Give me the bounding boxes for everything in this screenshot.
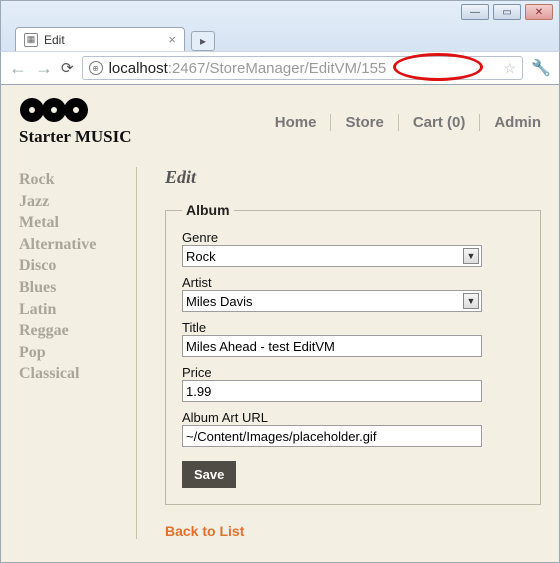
tab-close-icon[interactable]: × [168,32,176,47]
sidebar-item[interactable]: Rock [19,169,136,191]
album-fieldset: Album Genre Rock ▼ Artist Miles Davis ▼ [165,202,541,505]
genre-label: Genre [182,230,524,245]
brand-name: Starter MUSIC [19,127,132,147]
price-input[interactable] [182,380,482,402]
sidebar-item[interactable]: Alternative [19,234,136,256]
address-bar[interactable]: ⊕ localhost:2467/StoreManager/EditVM/155… [82,56,524,80]
tab-strip: ▦ Edit × ▸ [1,23,559,51]
nav-admin[interactable]: Admin [480,114,541,131]
url-path: :2467/StoreManager/EditVM/155 [168,60,386,77]
logo: Starter MUSIC [19,97,132,147]
page-body: Starter MUSIC Home Store Cart (0) Admin … [0,85,560,563]
field-artist: Artist Miles Davis ▼ [182,275,524,312]
logo-discs-icon [19,97,132,123]
artist-select[interactable]: Miles Davis ▼ [182,290,482,312]
artist-value: Miles Davis [186,294,252,309]
sidebar: Rock Jazz Metal Alternative Disco Blues … [19,167,137,539]
wrench-icon[interactable]: 🔧 [531,58,551,78]
main-content: Edit Album Genre Rock ▼ Artist Miles Dav… [137,167,541,539]
nav-store[interactable]: Store [331,114,398,131]
field-art-url: Album Art URL [182,410,524,447]
title-input[interactable] [182,335,482,357]
sidebar-item[interactable]: Classical [19,363,136,385]
field-title: Title [182,320,524,357]
art-url-input[interactable] [182,425,482,447]
page-header: Starter MUSIC Home Store Cart (0) Admin [19,97,541,147]
genre-value: Rock [186,249,216,264]
save-button[interactable]: Save [182,461,236,488]
window-close-button[interactable]: ✕ [525,4,553,20]
bookmark-star-icon[interactable]: ☆ [504,60,517,77]
sidebar-item[interactable]: Pop [19,342,136,364]
field-price: Price [182,365,524,402]
price-label: Price [182,365,524,380]
nav-home[interactable]: Home [261,114,332,131]
tab-title: Edit [44,33,65,47]
back-to-list-link[interactable]: Back to List [165,523,541,539]
favicon-icon: ▦ [24,33,38,47]
page-title: Edit [165,167,541,188]
title-label: Title [182,320,524,335]
top-nav: Home Store Cart (0) Admin [261,114,541,131]
new-tab-button[interactable]: ▸ [191,31,215,51]
window-maximize-button[interactable]: ▭ [493,4,521,20]
artist-label: Artist [182,275,524,290]
chevron-down-icon: ▼ [463,293,479,309]
reload-icon[interactable]: ⟳ [61,59,74,77]
annotation-circle [393,53,483,81]
browser-toolbar: ← → ⟳ ⊕ localhost:2467/StoreManager/Edit… [0,51,560,85]
nav-cart[interactable]: Cart (0) [399,114,481,131]
sidebar-item[interactable]: Disco [19,255,136,277]
sidebar-item[interactable]: Latin [19,299,136,321]
window-chrome: — ▭ ✕ ▦ Edit × ▸ [0,0,560,51]
window-minimize-button[interactable]: — [461,4,489,20]
field-genre: Genre Rock ▼ [182,230,524,267]
content-row: Rock Jazz Metal Alternative Disco Blues … [19,167,541,539]
url-host: localhost [109,60,168,77]
chevron-down-icon: ▼ [463,248,479,264]
forward-icon[interactable]: → [35,58,53,79]
window-titlebar: — ▭ ✕ [1,1,559,23]
sidebar-item[interactable]: Reggae [19,320,136,342]
sidebar-item[interactable]: Metal [19,212,136,234]
browser-tab[interactable]: ▦ Edit × [15,27,185,51]
fieldset-legend: Album [182,202,234,218]
sidebar-item[interactable]: Jazz [19,191,136,213]
back-icon[interactable]: ← [9,58,27,79]
genre-select[interactable]: Rock ▼ [182,245,482,267]
art-url-label: Album Art URL [182,410,524,425]
sidebar-item[interactable]: Blues [19,277,136,299]
globe-icon: ⊕ [89,61,103,75]
